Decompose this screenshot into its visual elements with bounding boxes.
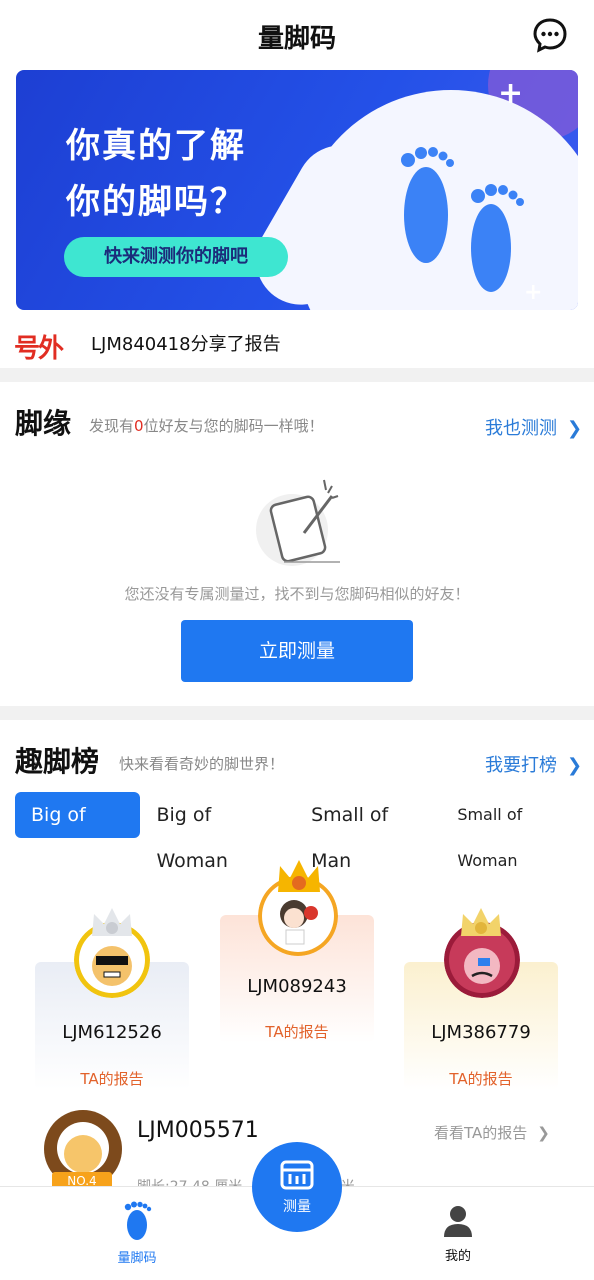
section-divider bbox=[0, 368, 594, 382]
plus-decor-icon: + bbox=[498, 76, 524, 111]
join-ranking-link[interactable]: 我要打榜 ❯ bbox=[485, 751, 582, 777]
banner-cta-pill: 快来测测你的脚吧 bbox=[64, 237, 288, 277]
measure-now-button[interactable]: 立即测量 bbox=[181, 620, 413, 682]
ranking-tabs: Big of Man Big of Woman Small of Man Sma… bbox=[15, 792, 594, 872]
news-ticker[interactable]: 号外 LJM840418分享了报告 bbox=[0, 316, 594, 368]
app-header: 量脚码 bbox=[0, 0, 594, 68]
measure-fab-button[interactable]: 测量 bbox=[252, 1142, 342, 1232]
section-divider bbox=[0, 706, 594, 720]
chat-bubble-icon[interactable] bbox=[532, 17, 568, 53]
ruler-icon bbox=[280, 1160, 314, 1190]
crown-silver-icon bbox=[92, 908, 132, 936]
ranking-title: 趣脚榜 bbox=[15, 745, 100, 778]
user-icon bbox=[444, 1206, 472, 1237]
podium-report-link-1[interactable]: TA的报告 bbox=[220, 1021, 374, 1042]
ranking-subtitle: 快来看看奇妙的脚世界！ bbox=[119, 755, 285, 773]
nav-home-label: 量脚码 bbox=[117, 1251, 157, 1266]
footprints-icon bbox=[401, 147, 524, 292]
fate-subtitle-suffix: 位好友与您的脚码一样哦！ bbox=[143, 417, 324, 435]
empty-notepad-icon bbox=[256, 479, 340, 566]
tab-small-of-woman[interactable]: Small of Woman bbox=[441, 792, 594, 870]
nav-mine[interactable]: 我的 bbox=[423, 1205, 493, 1264]
join-ranking-label: 我要打榜 bbox=[485, 755, 557, 776]
podium-report-link-3[interactable]: TA的报告 bbox=[404, 1068, 558, 1089]
tab-big-of-man[interactable]: Big of Man bbox=[15, 792, 141, 872]
fate-title: 脚缘 bbox=[15, 407, 72, 440]
banner-headline-1: 你真的了解 bbox=[66, 126, 246, 166]
promo-banner[interactable]: 你真的了解 你的脚吗？ 快来测测你的脚吧 + + bbox=[16, 70, 578, 310]
nav-mine-label: 我的 bbox=[444, 1249, 471, 1264]
tab-small-of-man[interactable]: Small of Man bbox=[295, 792, 441, 872]
chevron-right-icon: ❯ bbox=[537, 1124, 550, 1142]
tab-big-of-woman[interactable]: Big of Woman bbox=[140, 792, 295, 872]
view-report-link[interactable]: 看看TA的报告 ❯ bbox=[434, 1122, 550, 1143]
banner-headline-2: 你的脚吗？ bbox=[66, 182, 246, 222]
measure-fab-label: 测量 bbox=[283, 1199, 311, 1215]
crown-bronze-icon bbox=[461, 908, 501, 936]
fate-friend-count: 0 bbox=[134, 417, 144, 435]
plus-decor-icon: + bbox=[524, 280, 543, 305]
measure-me-too-label: 我也测测 bbox=[485, 418, 557, 439]
crown-gold-icon bbox=[278, 860, 320, 892]
fate-subtitle: 发现有0位好友与您的脚码一样哦！ bbox=[89, 415, 324, 436]
podium-report-link-2[interactable]: TA的报告 bbox=[35, 1068, 189, 1089]
page-title: 量脚码 bbox=[257, 24, 336, 54]
podium-name-2: LJM612526 bbox=[62, 1022, 162, 1043]
extra-news-logo: 号外 bbox=[14, 334, 64, 364]
podium-name-3: LJM386779 bbox=[431, 1022, 531, 1043]
footprint-icon bbox=[124, 1201, 152, 1240]
list-item-name: LJM005571 bbox=[137, 1118, 259, 1143]
chevron-right-icon: ❯ bbox=[567, 418, 583, 439]
fate-empty-text: 您还没有专属测量过，找不到与您脚码相似的好友！ bbox=[124, 585, 470, 603]
fate-subtitle-prefix: 发现有 bbox=[89, 417, 135, 435]
chevron-right-icon: ❯ bbox=[567, 755, 583, 776]
ticker-text: LJM840418分享了报告 bbox=[91, 334, 281, 355]
podium-name-1: LJM089243 bbox=[247, 976, 347, 997]
nav-home[interactable]: 量脚码 bbox=[102, 1201, 172, 1266]
view-report-label: 看看TA的报告 bbox=[434, 1124, 528, 1142]
measure-me-too-link[interactable]: 我也测测 ❯ bbox=[485, 414, 582, 440]
